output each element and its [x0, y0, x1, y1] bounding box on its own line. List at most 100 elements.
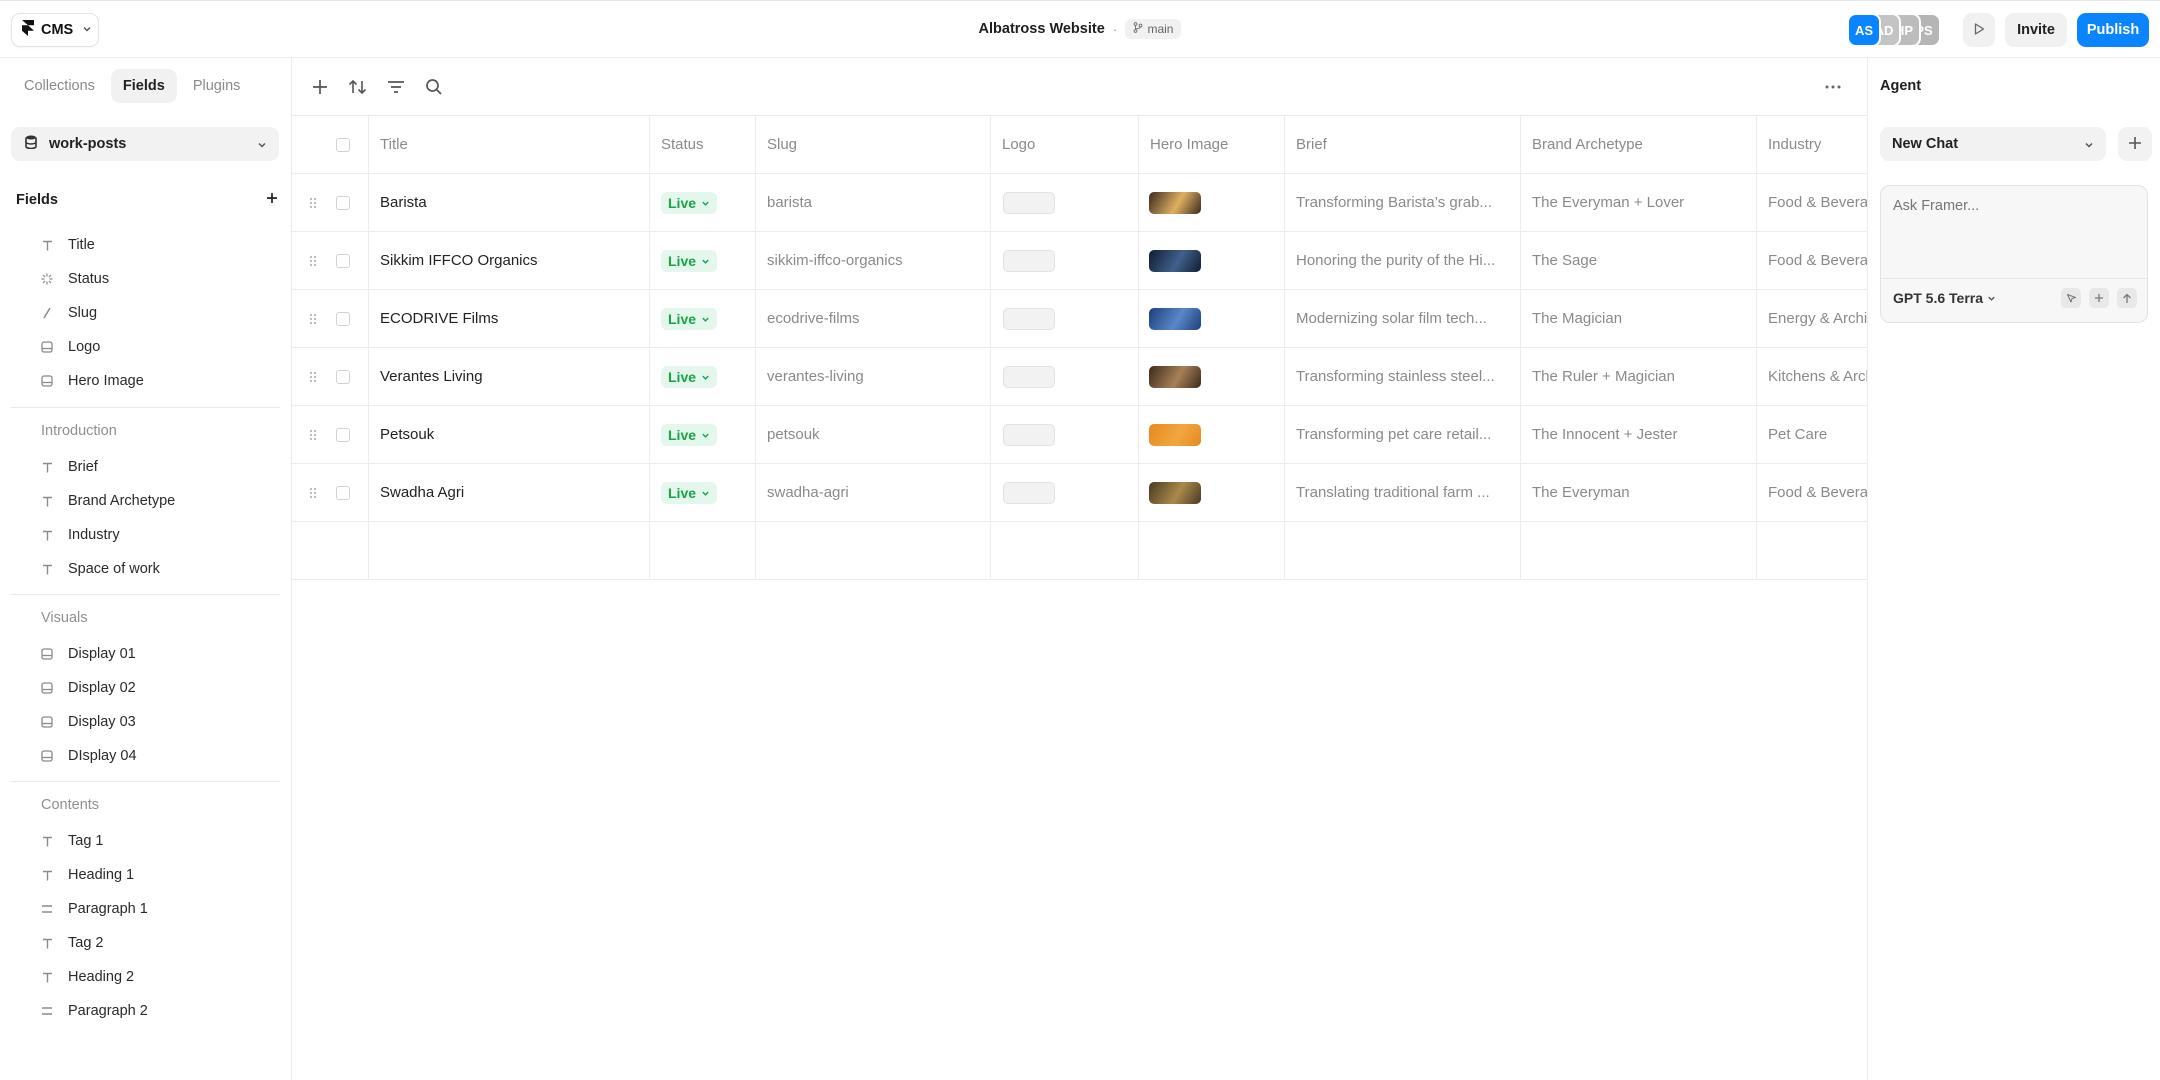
cell-logo[interactable]	[1003, 232, 1055, 289]
cell-brief[interactable]: Transforming Barista’s grab...	[1296, 174, 1514, 231]
cell-title[interactable]: Swadha Agri	[380, 464, 640, 521]
cell-industry[interactable]: Food & Beverages	[1768, 174, 1867, 231]
cell-hero-image[interactable]	[1149, 406, 1201, 463]
field-item-hero-image[interactable]: Hero Image	[41, 370, 144, 392]
cell-slug[interactable]: ecodrive-films	[767, 290, 982, 347]
tab-plugins[interactable]: Plugins	[181, 69, 253, 103]
chat-select[interactable]: New Chat	[1880, 127, 2106, 161]
table-row[interactable]: Swadha Agri Live swadha-agri Translating tr…	[292, 464, 1867, 522]
column-header-hero-image[interactable]: Hero Image	[1150, 116, 1228, 173]
cell-industry[interactable]: Food & Beverages	[1768, 464, 1867, 521]
cell-status[interactable]: Live	[661, 406, 718, 463]
cell-logo[interactable]	[1003, 464, 1055, 521]
cell-logo[interactable]	[1003, 406, 1055, 463]
cell-brief[interactable]: Transforming stainless steel...	[1296, 348, 1514, 405]
row-checkbox[interactable]	[336, 486, 350, 500]
row-checkbox[interactable]	[336, 370, 350, 384]
project-title[interactable]: Albatross Website	[979, 21, 1105, 37]
status-badge[interactable]: Live	[661, 307, 718, 330]
cell-brand-archetype[interactable]: The Everyman + Lover	[1532, 174, 1750, 231]
cell-title[interactable]: Petsouk	[380, 406, 640, 463]
cell-brand-archetype[interactable]: The Magician	[1532, 290, 1750, 347]
cell-logo[interactable]	[1003, 290, 1055, 347]
status-badge[interactable]: Live	[661, 365, 718, 388]
drag-handle-icon[interactable]	[309, 312, 317, 328]
cell-industry[interactable]: Pet Care	[1768, 406, 1867, 463]
drag-handle-icon[interactable]	[309, 428, 317, 444]
cell-status[interactable]: Live	[661, 290, 718, 347]
cell-brief[interactable]: Modernizing solar film tech...	[1296, 290, 1514, 347]
cursor-icon[interactable]	[2061, 288, 2081, 308]
field-item-title[interactable]: Title	[41, 234, 95, 256]
add-item-icon[interactable]	[308, 75, 332, 99]
field-item-tag-2[interactable]: Tag 2	[41, 932, 103, 954]
field-item-industry[interactable]: Industry	[41, 524, 120, 546]
field-item-paragraph-1[interactable]: Paragraph 1	[41, 898, 148, 920]
drag-handle-icon[interactable]	[309, 196, 317, 212]
status-badge[interactable]: Live	[661, 249, 718, 272]
field-item-space-of-work[interactable]: Space of work	[41, 558, 160, 580]
cell-brief[interactable]: Transforming pet care retail...	[1296, 406, 1514, 463]
cell-brand-archetype[interactable]: The Everyman	[1532, 464, 1750, 521]
cell-slug[interactable]: petsouk	[767, 406, 982, 463]
field-item-brief[interactable]: Brief	[41, 456, 98, 478]
column-header-title[interactable]: Title	[380, 116, 408, 173]
field-item-display-04[interactable]: DIsplay 04	[41, 745, 137, 767]
cell-slug[interactable]: sikkim-iffco-organics	[767, 232, 982, 289]
cell-title[interactable]: Verantes Living	[380, 348, 640, 405]
field-item-heading-1[interactable]: Heading 1	[41, 864, 134, 886]
column-header-status[interactable]: Status	[661, 116, 704, 173]
field-item-tag-1[interactable]: Tag 1	[41, 830, 103, 852]
collection-select[interactable]: work-posts	[11, 127, 279, 161]
column-header-brand-archetype[interactable]: Brand Archetype	[1532, 116, 1643, 173]
branch-chip[interactable]: main	[1125, 19, 1182, 39]
attach-plus-icon[interactable]	[2089, 288, 2109, 308]
table-row[interactable]: Sikkim IFFCO Organics Live sikkim-iffco-or…	[292, 232, 1867, 290]
field-item-display-02[interactable]: Display 02	[41, 677, 136, 699]
preview-button[interactable]	[1963, 13, 1995, 47]
publish-button[interactable]: Publish	[2077, 13, 2149, 47]
add-field-icon[interactable]	[266, 192, 278, 208]
cell-industry[interactable]: Energy & Architecture	[1768, 290, 1867, 347]
field-item-slug[interactable]: Slug	[41, 302, 97, 324]
row-checkbox[interactable]	[336, 196, 350, 210]
field-item-brand-archetype[interactable]: Brand Archetype	[41, 490, 175, 512]
ask-framer-input[interactable]	[1893, 198, 2133, 214]
cell-slug[interactable]: swadha-agri	[767, 464, 982, 521]
cell-status[interactable]: Live	[661, 174, 718, 231]
new-chat-button[interactable]	[2118, 127, 2152, 161]
model-select[interactable]: GPT 5.6 Terra	[1893, 290, 1996, 306]
cell-brand-archetype[interactable]: The Sage	[1532, 232, 1750, 289]
status-badge[interactable]: Live	[661, 423, 718, 446]
cell-slug[interactable]: verantes-living	[767, 348, 982, 405]
row-checkbox[interactable]	[336, 428, 350, 442]
table-row[interactable]: ECODRIVE Films Live ecodrive-films Moderniz…	[292, 290, 1867, 348]
cell-hero-image[interactable]	[1149, 232, 1201, 289]
cell-slug[interactable]: barista	[767, 174, 982, 231]
cell-brief[interactable]: Honoring the purity of the Hi...	[1296, 232, 1514, 289]
table-row[interactable]: Barista Live barista Transforming Barista’s…	[292, 174, 1867, 232]
cms-menu-button[interactable]: CMS	[11, 13, 99, 47]
tab-collections[interactable]: Collections	[12, 69, 107, 103]
cell-status[interactable]: Live	[661, 348, 718, 405]
cell-brand-archetype[interactable]: The Ruler + Magician	[1532, 348, 1750, 405]
avatar[interactable]: AS	[1847, 13, 1881, 47]
cell-industry[interactable]: Kitchens & Architecture	[1768, 348, 1867, 405]
column-header-slug[interactable]: Slug	[767, 116, 797, 173]
cell-hero-image[interactable]	[1149, 464, 1201, 521]
row-checkbox[interactable]	[336, 254, 350, 268]
drag-handle-icon[interactable]	[309, 486, 317, 502]
field-item-display-03[interactable]: Display 03	[41, 711, 136, 733]
cell-hero-image[interactable]	[1149, 174, 1201, 231]
cell-title[interactable]: Sikkim IFFCO Organics	[380, 232, 640, 289]
cell-industry[interactable]: Food & Beverages	[1768, 232, 1867, 289]
table-row[interactable]: Verantes Living Live verantes-living Transf…	[292, 348, 1867, 406]
column-header-industry[interactable]: Industry	[1768, 116, 1821, 173]
select-all-checkbox[interactable]	[336, 138, 350, 152]
search-icon[interactable]	[422, 75, 446, 99]
cell-title[interactable]: ECODRIVE Films	[380, 290, 640, 347]
tab-fields[interactable]: Fields	[110, 69, 177, 103]
status-badge[interactable]: Live	[661, 191, 718, 214]
field-item-logo[interactable]: Logo	[41, 336, 100, 358]
field-item-heading-2[interactable]: Heading 2	[41, 966, 134, 988]
